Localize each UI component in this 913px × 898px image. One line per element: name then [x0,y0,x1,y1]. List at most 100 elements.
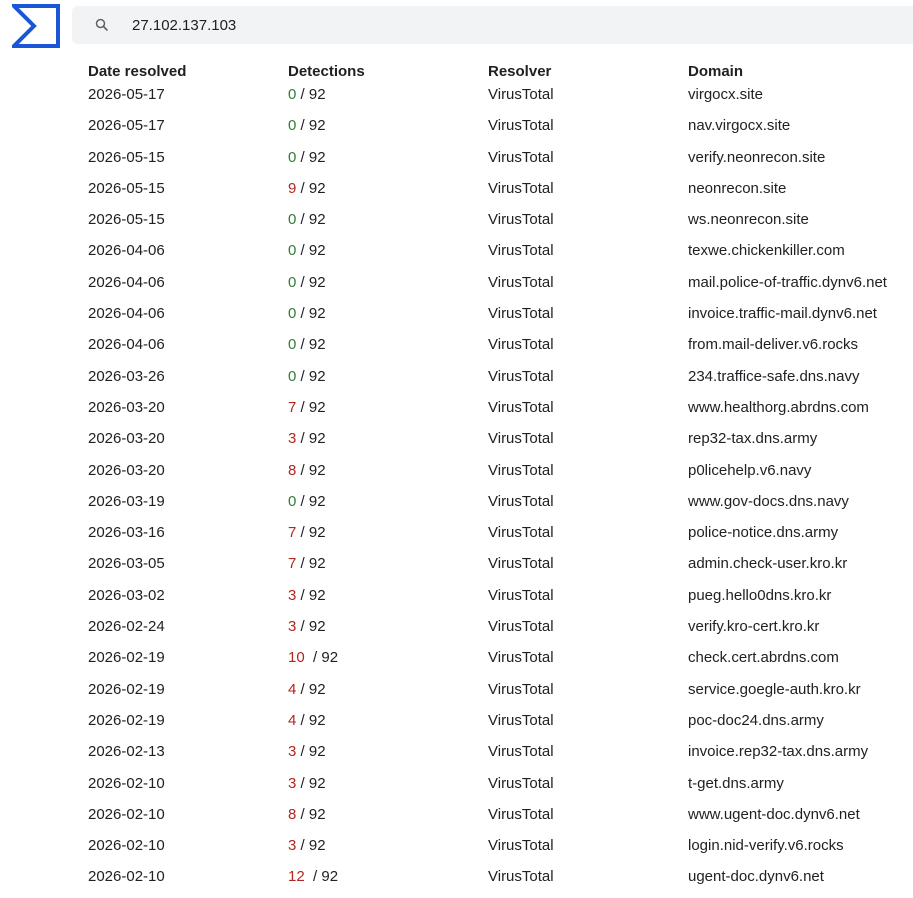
date-resolved-cell: 2026-03-20 [88,430,165,448]
header-detections[interactable]: Detections [288,63,365,80]
domain-link[interactable]: pueg.hello0dns.kro.kr [688,587,831,604]
resolver-cell[interactable]: VirusTotal [488,618,554,635]
detections-cell[interactable]: 9 / 92 [288,180,326,197]
resolver-cell[interactable]: VirusTotal [488,305,554,322]
detections-cell[interactable]: 7 / 92 [288,399,326,416]
domain-link[interactable]: admin.check-user.kro.kr [688,555,847,572]
domain-link[interactable]: t-get.dns.army [688,775,784,792]
domain-link[interactable]: police-notice.dns.army [688,524,838,541]
detections-cell[interactable]: 10 / 92 [288,649,338,666]
date-resolved-cell: 2026-04-06 [88,242,165,260]
detections-cell[interactable]: 0 / 92 [288,242,326,259]
resolver-cell[interactable]: VirusTotal [488,211,554,228]
detections-total: / 92 [296,273,326,291]
resolver-cell[interactable]: VirusTotal [488,86,554,103]
domain-link[interactable]: ws.neonrecon.site [688,211,809,228]
search-input[interactable] [132,6,892,44]
virustotal-logo-icon[interactable] [9,4,60,48]
detections-cell[interactable]: 0 / 92 [288,149,326,166]
detections-cell[interactable]: 3 / 92 [288,430,326,447]
resolver-cell[interactable]: VirusTotal [488,242,554,259]
detections-cell[interactable]: 8 / 92 [288,806,326,823]
resolver-cell[interactable]: VirusTotal [488,806,554,823]
resolver-cell[interactable]: VirusTotal [488,524,554,541]
resolver-cell[interactable]: VirusTotal [488,336,554,353]
detections-cell[interactable]: 0 / 92 [288,336,326,353]
domain-link[interactable]: nav.virgocx.site [688,117,790,134]
header-domain[interactable]: Domain [688,63,743,80]
domain-link[interactable]: virgocx.site [688,86,763,103]
detections-cell[interactable]: 7 / 92 [288,555,326,572]
resolver-cell[interactable]: VirusTotal [488,712,554,729]
detections-total: / 92 [296,430,326,448]
resolver-cell[interactable]: VirusTotal [488,149,554,166]
detections-total: / 92 [296,461,326,479]
domain-link[interactable]: rep32-tax.dns.army [688,430,817,447]
resolver-cell[interactable]: VirusTotal [488,180,554,197]
resolver-cell[interactable]: VirusTotal [488,430,554,447]
domain-link[interactable]: service.goegle-auth.kro.kr [688,681,861,698]
resolver-cell[interactable]: VirusTotal [488,681,554,698]
domain-link[interactable]: verify.kro-cert.kro.kr [688,618,819,635]
resolver-cell[interactable]: VirusTotal [488,743,554,760]
resolver-cell[interactable]: VirusTotal [488,462,554,479]
date-resolved-cell: 2026-02-10 [88,774,165,792]
detections-cell[interactable]: 7 / 92 [288,524,326,541]
domain-link[interactable]: www.healthorg.abrdns.com [688,399,869,416]
resolver-cell[interactable]: VirusTotal [488,649,554,666]
table-row: 2026-03-02 3 / 92 VirusTotal pueg.hello0dns… [88,585,913,616]
date-resolved-cell: 2026-02-10 [88,868,165,886]
domain-link[interactable]: neonrecon.site [688,180,786,197]
detections-cell[interactable]: 0 / 92 [288,86,326,103]
search-icon[interactable] [94,17,110,33]
header-resolver[interactable]: Resolver [488,63,551,80]
table-row: 2026-04-06 0 / 92 VirusTotal from.mail-deli… [88,334,913,365]
detections-cell[interactable]: 3 / 92 [288,775,326,792]
header-date-resolved[interactable]: Date resolved [88,63,186,80]
date-resolved-cell: 2026-02-13 [88,743,165,761]
detections-cell[interactable]: 4 / 92 [288,681,326,698]
resolver-cell[interactable]: VirusTotal [488,555,554,572]
table-row: 2026-05-15 0 / 92 VirusTotal verify.neonrec… [88,147,913,178]
domain-link[interactable]: www.ugent-doc.dynv6.net [688,806,860,823]
resolver-cell[interactable]: VirusTotal [488,493,554,510]
resolver-cell[interactable]: VirusTotal [488,868,554,885]
table-row: 2026-03-20 7 / 92 VirusTotal www.healthorg.… [88,397,913,428]
detections-cell[interactable]: 8 / 92 [288,462,326,479]
detections-cell[interactable]: 3 / 92 [288,618,326,635]
resolver-cell[interactable]: VirusTotal [488,117,554,134]
detections-cell[interactable]: 0 / 92 [288,211,326,228]
domain-link[interactable]: login.nid-verify.v6.rocks [688,837,844,854]
detections-cell[interactable]: 12 / 92 [288,868,338,885]
domain-link[interactable]: invoice.rep32-tax.dns.army [688,743,868,760]
detections-cell[interactable]: 3 / 92 [288,837,326,854]
detections-cell[interactable]: 3 / 92 [288,587,326,604]
detections-cell[interactable]: 0 / 92 [288,305,326,322]
domain-link[interactable]: texwe.chickenkiller.com [688,242,845,259]
detections-cell[interactable]: 0 / 92 [288,368,326,385]
domain-link[interactable]: verify.neonrecon.site [688,149,825,166]
detections-cell[interactable]: 4 / 92 [288,712,326,729]
resolver-cell[interactable]: VirusTotal [488,274,554,291]
domain-link[interactable]: poc-doc24.dns.army [688,712,824,729]
domain-link[interactable]: p0licehelp.v6.navy [688,462,811,479]
table-row: 2026-04-06 0 / 92 VirusTotal mail.police-of… [88,272,913,303]
detections-cell[interactable]: 3 / 92 [288,743,326,760]
domain-link[interactable]: mail.police-of-traffic.dynv6.net [688,274,887,291]
domain-link[interactable]: www.gov-docs.dns.navy [688,493,849,510]
domain-link[interactable]: 234.traffice-safe.dns.navy [688,368,860,385]
detections-cell[interactable]: 0 / 92 [288,274,326,291]
resolver-cell[interactable]: VirusTotal [488,837,554,854]
detections-cell[interactable]: 0 / 92 [288,493,326,510]
domain-link[interactable]: invoice.traffic-mail.dynv6.net [688,305,877,322]
detections-cell[interactable]: 0 / 92 [288,117,326,134]
resolver-cell[interactable]: VirusTotal [488,368,554,385]
resolver-cell[interactable]: VirusTotal [488,587,554,604]
resolver-cell[interactable]: VirusTotal [488,399,554,416]
top-bar [0,0,913,56]
domain-link[interactable]: check.cert.abrdns.com [688,649,839,666]
domain-link[interactable]: from.mail-deliver.v6.rocks [688,336,858,353]
resolver-cell[interactable]: VirusTotal [488,775,554,792]
table-row: 2026-02-19 10 / 92 VirusTotal check.cert.ab… [88,647,913,678]
domain-link[interactable]: ugent-doc.dynv6.net [688,868,824,885]
